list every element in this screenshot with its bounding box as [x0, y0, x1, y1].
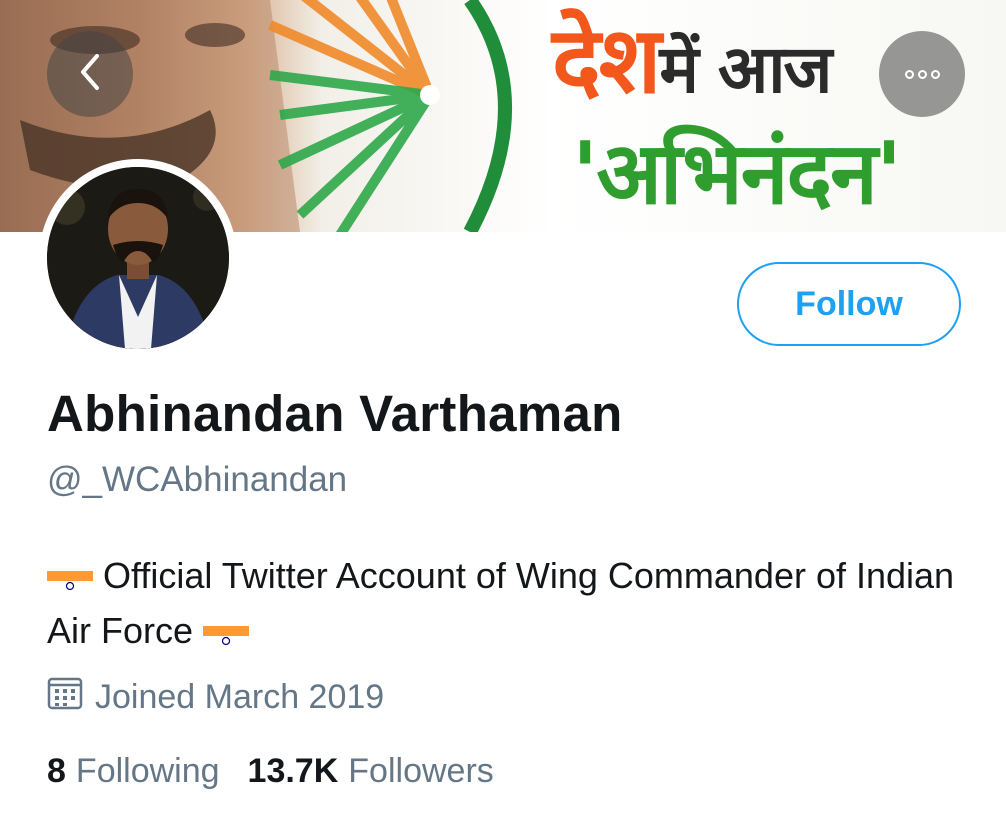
joined-date: Joined March 2019 — [47, 676, 384, 719]
profile-avatar[interactable] — [39, 159, 237, 357]
followers-stat[interactable]: 13.7K Followers — [248, 752, 494, 791]
avatar-photo — [47, 167, 229, 349]
back-button[interactable] — [47, 31, 133, 117]
banner-headline-orange: देश — [552, 7, 661, 114]
profile-bio: Official Twitter Account of Wing Command… — [47, 548, 967, 658]
following-label: Following — [75, 752, 220, 790]
following-count: 8 — [47, 752, 66, 790]
profile-display-name: Abhinandan Varthaman — [47, 385, 623, 442]
more-options-icon — [904, 69, 940, 79]
joined-text: Joined March 2019 — [95, 678, 385, 716]
calendar-icon — [47, 676, 83, 719]
banner-headline-line2: 'अभिनंदन' — [572, 124, 902, 224]
followers-label: Followers — [348, 752, 494, 790]
profile-handle[interactable]: @_WCAbhinandan — [47, 460, 347, 500]
banner-headline-dark: में आज — [659, 31, 832, 108]
bio-text: Official Twitter Account of Wing Command… — [47, 555, 955, 651]
banner-headline-line1: देशमें आज — [552, 0, 832, 119]
following-stat[interactable]: 8 Following — [47, 752, 220, 791]
followers-count: 13.7K — [247, 752, 339, 790]
india-flag-icon — [47, 561, 93, 591]
profile-stats: 8 Following 13.7K Followers — [47, 752, 494, 791]
more-options-button[interactable] — [879, 31, 965, 117]
chevron-left-icon — [75, 52, 105, 97]
follow-button[interactable]: Follow — [737, 262, 961, 346]
india-flag-icon — [203, 616, 250, 646]
